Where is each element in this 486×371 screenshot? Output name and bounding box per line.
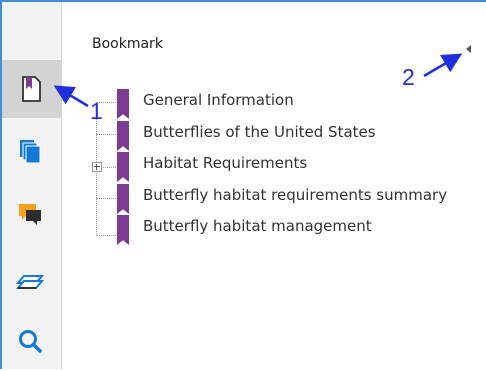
annotation-arrow-2: [423, 53, 463, 78]
annotation-arrow-1: [53, 85, 89, 108]
annotation-arrows: [53, 53, 463, 108]
